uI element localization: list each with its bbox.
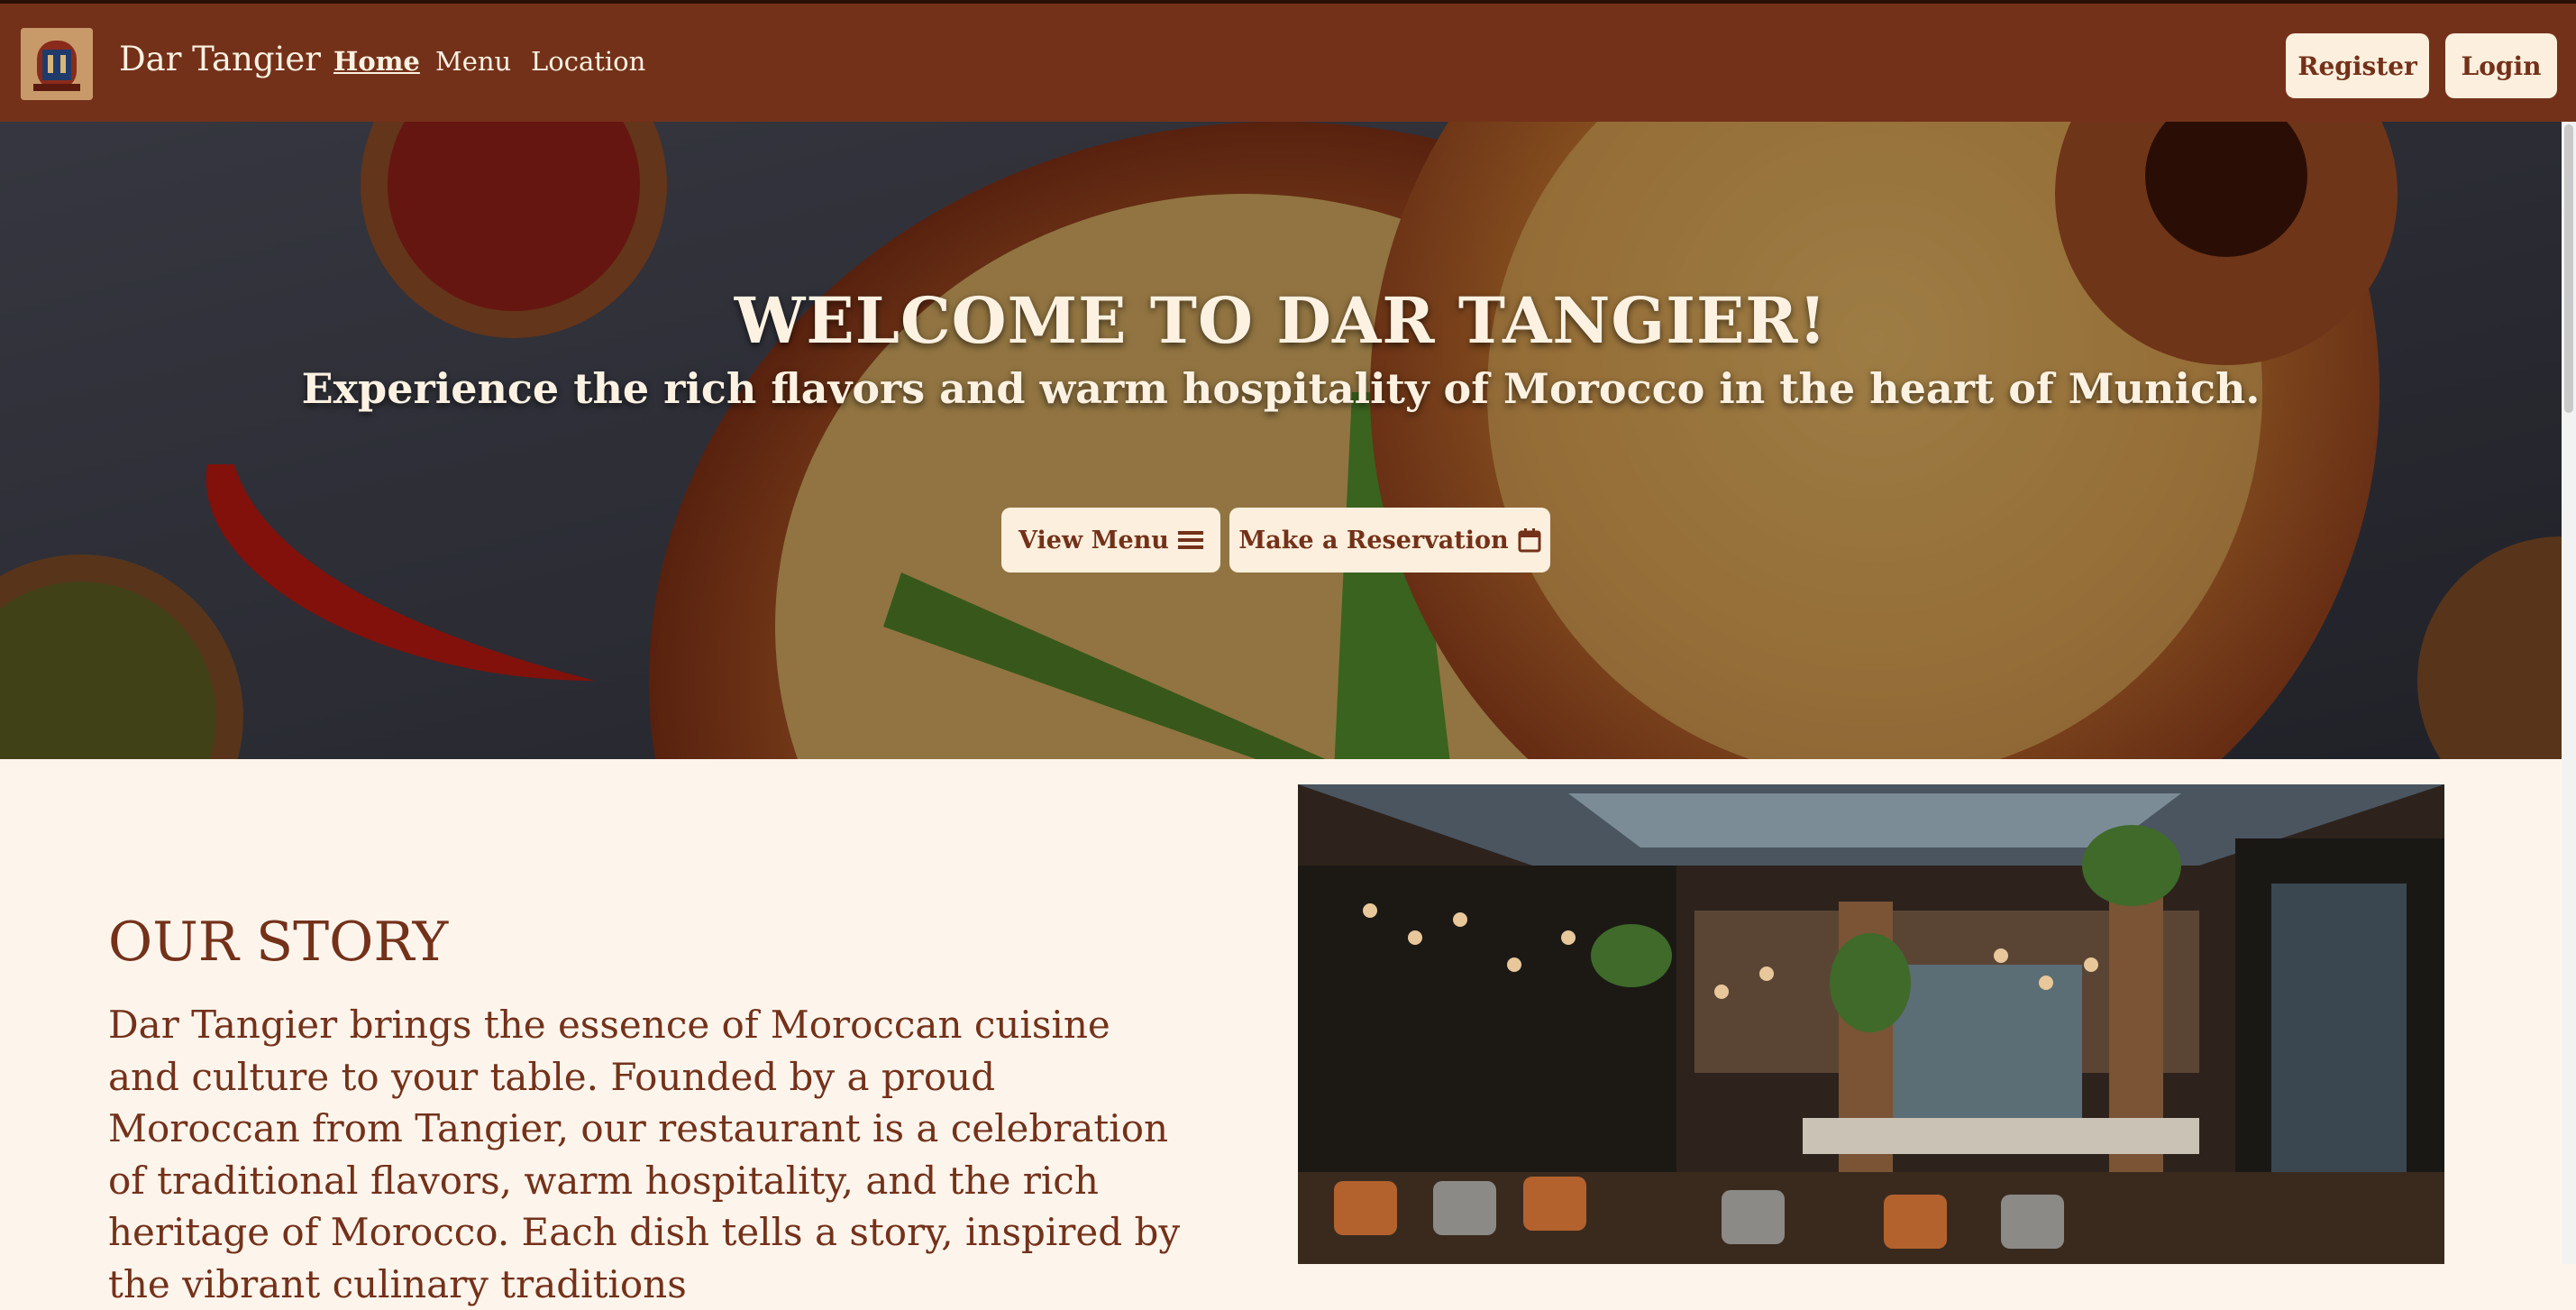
nav-link-location[interactable]: Location [531,46,645,77]
nav-link-menu[interactable]: Menu [435,46,511,77]
make-reservation-label: Make a Reservation [1238,526,1509,554]
hero-food-image [0,122,2562,759]
story-text: Dar Tangier brings the essence of Morocc… [108,1003,1181,1306]
navbar: Dar Tangier Home Menu Location Register … [0,0,2576,122]
restaurant-interior-illustration [1298,784,2444,1264]
page-scrollbar-thumb[interactable] [2564,124,2573,413]
brand-logo[interactable] [21,28,93,100]
logo-emblem-icon [21,28,93,100]
nav-link-home[interactable]: Home [333,46,420,77]
hero-subtitle: Experience the rich flavors and warm hos… [301,364,2261,413]
hamburger-menu-icon [1177,531,1203,549]
story-heading: OUR STORY [108,911,449,974]
restaurant-interior-image [1298,784,2444,1264]
hero-title: WELCOME TO DAR TANGIER! [734,282,1828,358]
hero-banner: WELCOME TO DAR TANGIER! Experience the r… [0,122,2562,759]
view-menu-button[interactable]: View Menu [1001,508,1220,573]
register-button[interactable]: Register [2286,33,2429,98]
view-menu-label: View Menu [1019,526,1169,554]
login-button[interactable]: Login [2445,33,2557,98]
calendar-icon [1518,528,1541,553]
brand-name[interactable]: Dar Tangier [119,40,321,78]
make-reservation-button[interactable]: Make a Reservation [1229,508,1550,573]
